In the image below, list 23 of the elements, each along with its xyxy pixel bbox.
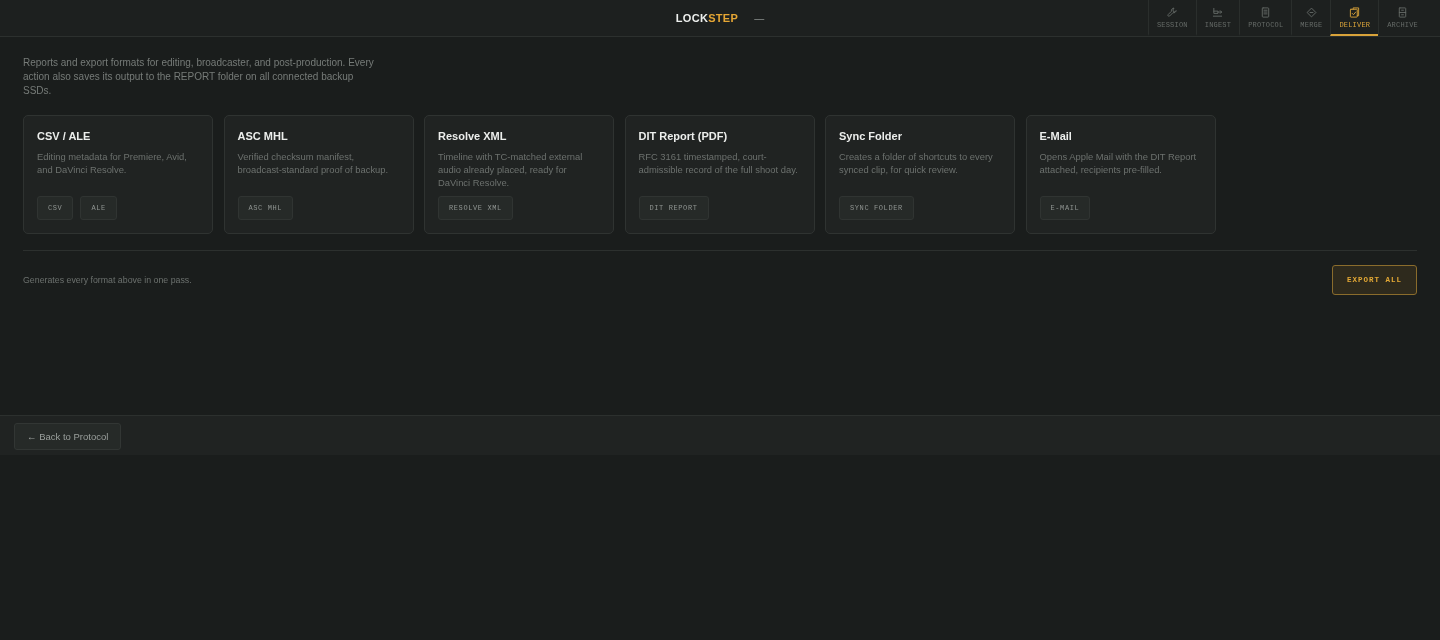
back-button[interactable]: ← Back to Protocol (14, 423, 122, 450)
diamond-icon (1305, 7, 1317, 18)
card-description: Verified checksum manifest, broadcast-standard proof of backup. (237, 150, 390, 176)
card-description: Opens Apple Mail with the DIT Report attached, recipients pre-filled. (1039, 150, 1198, 176)
session-status: — (754, 12, 765, 24)
box-arrow-icon (1212, 7, 1224, 18)
cabinet-icon (1397, 7, 1409, 18)
card-title: E-Mail (1039, 129, 1073, 143)
card-description: Timeline with TC-matched external audio already placed, ready for DaVinci Resolve. (438, 150, 584, 189)
card-title: ASC MHL (237, 129, 289, 143)
card-title: CSV / ALE (37, 129, 92, 143)
card-title: Resolve XML (438, 129, 508, 143)
card-description: Editing metadata for Premiere, Avid, and DaVinci Resolve. (37, 150, 188, 176)
app-logo: LOCKSTEP (675, 12, 739, 24)
card-description: Creates a folder of shortcuts to every synced clip, for quick review. (839, 150, 994, 176)
intro-text: Reports and export formats for editing, broadcaster, and post-production. Every action also saves its output to the REPORT folder on all connected backup SSDs. (23, 56, 375, 98)
card-title: Sync Folder (839, 129, 903, 143)
card-title: DIT Report (PDF) (638, 129, 729, 143)
document-icon (1260, 7, 1272, 18)
documents-check-icon (1349, 7, 1361, 18)
export-all-note: Generates every format above in one pass. (23, 275, 192, 285)
card-description: RFC 3161 timestamped, court-admissible record of the full shoot day. (638, 150, 799, 176)
wrench-icon (1166, 7, 1178, 18)
